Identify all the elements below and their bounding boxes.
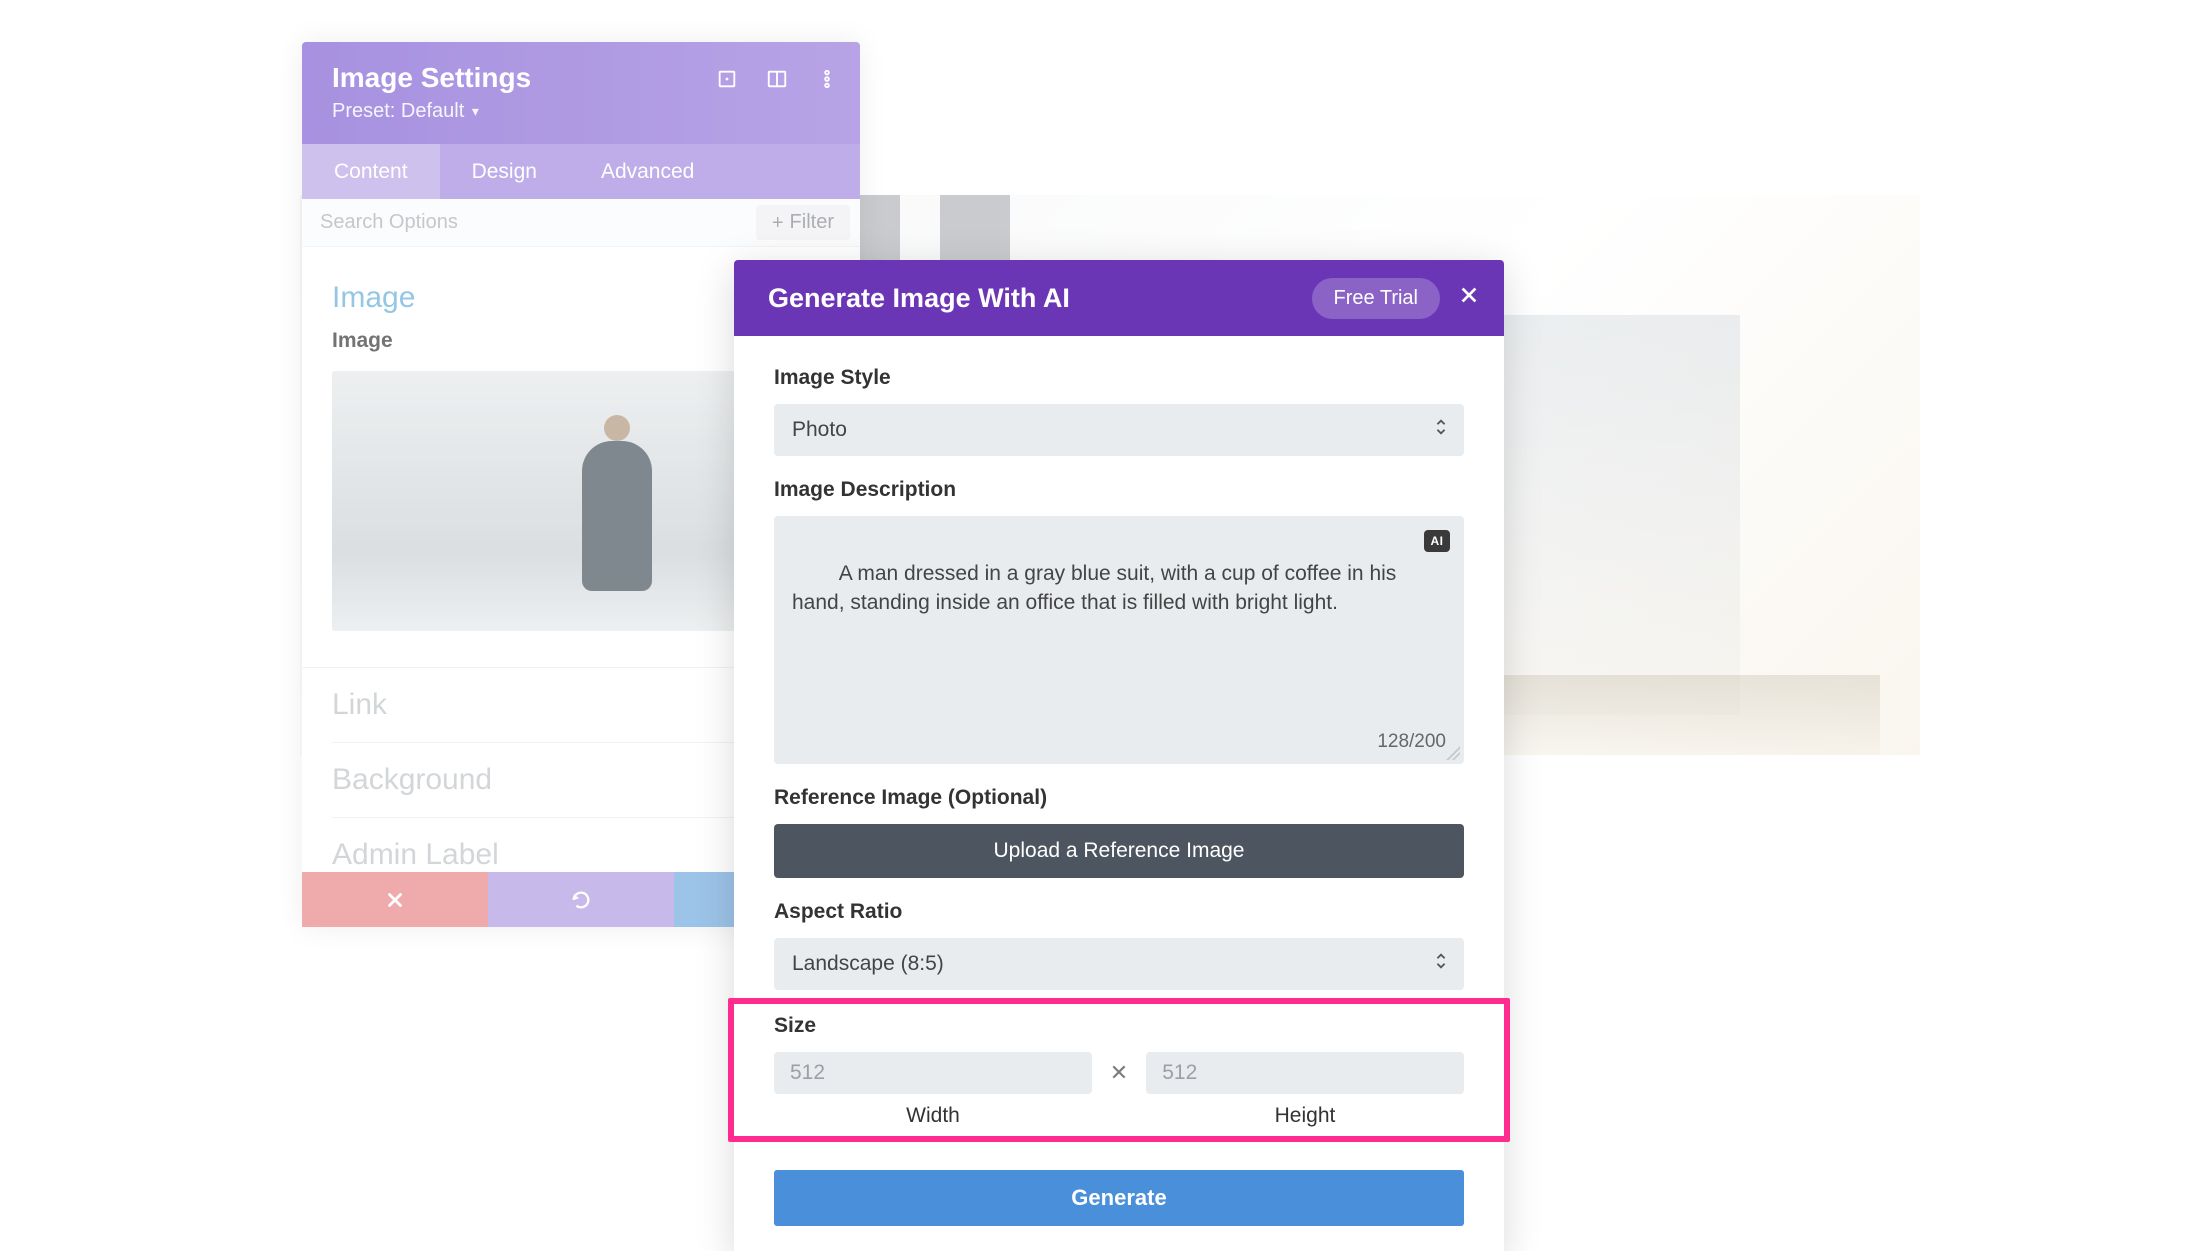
search-row: Search Options + Filter <box>302 199 860 247</box>
height-input[interactable]: 512 <box>1146 1052 1464 1094</box>
select-chevrons-icon <box>1434 952 1448 976</box>
tab-content[interactable]: Content <box>302 144 440 199</box>
more-menu-icon[interactable] <box>816 68 838 96</box>
aspect-ratio-select[interactable]: Landscape (8:5) <box>774 938 1464 990</box>
close-button[interactable] <box>1458 284 1480 312</box>
image-style-select[interactable]: Photo <box>774 404 1464 456</box>
image-style-label: Image Style <box>774 366 1464 390</box>
aspect-ratio-label: Aspect Ratio <box>774 900 1464 924</box>
ai-badge-icon[interactable]: AI <box>1424 530 1450 552</box>
preset-selector[interactable]: Preset: Default ▾ <box>332 100 830 123</box>
size-label: Size <box>774 1014 1464 1038</box>
tab-advanced[interactable]: Advanced <box>569 144 726 199</box>
tab-design[interactable]: Design <box>440 144 569 199</box>
select-chevrons-icon <box>1434 418 1448 442</box>
width-input[interactable]: 512 <box>774 1052 1092 1094</box>
free-trial-pill[interactable]: Free Trial <box>1312 278 1440 319</box>
chevron-down-icon: ▾ <box>472 103 479 120</box>
reference-image-label: Reference Image (Optional) <box>774 786 1464 810</box>
upload-reference-button[interactable]: Upload a Reference Image <box>774 824 1464 878</box>
settings-header: Image Settings Preset: Default ▾ <box>302 42 860 144</box>
split-view-icon[interactable] <box>766 68 788 96</box>
search-input[interactable]: Search Options <box>320 211 458 234</box>
filter-button[interactable]: + Filter <box>756 205 850 240</box>
settings-tabs: Content Design Advanced <box>302 144 860 199</box>
height-caption: Height <box>1146 1104 1464 1128</box>
resize-handle-icon[interactable] <box>1446 746 1460 760</box>
ai-modal-title: Generate Image With AI <box>768 283 1070 314</box>
image-description-label: Image Description <box>774 478 1464 502</box>
generate-button[interactable]: Generate <box>774 1170 1464 1226</box>
cancel-button[interactable] <box>302 872 488 927</box>
plus-icon: + <box>772 213 784 233</box>
char-counter: 128/200 <box>1377 729 1446 755</box>
ai-modal-header: Generate Image With AI Free Trial <box>734 260 1504 336</box>
expand-icon[interactable] <box>716 68 738 96</box>
generate-image-ai-modal: Generate Image With AI Free Trial Image … <box>734 260 1504 1251</box>
width-caption: Width <box>774 1104 1092 1128</box>
undo-button[interactable] <box>488 872 674 927</box>
times-icon: ✕ <box>1110 1060 1128 1086</box>
image-description-textarea[interactable]: A man dressed in a gray blue suit, with … <box>774 516 1464 764</box>
